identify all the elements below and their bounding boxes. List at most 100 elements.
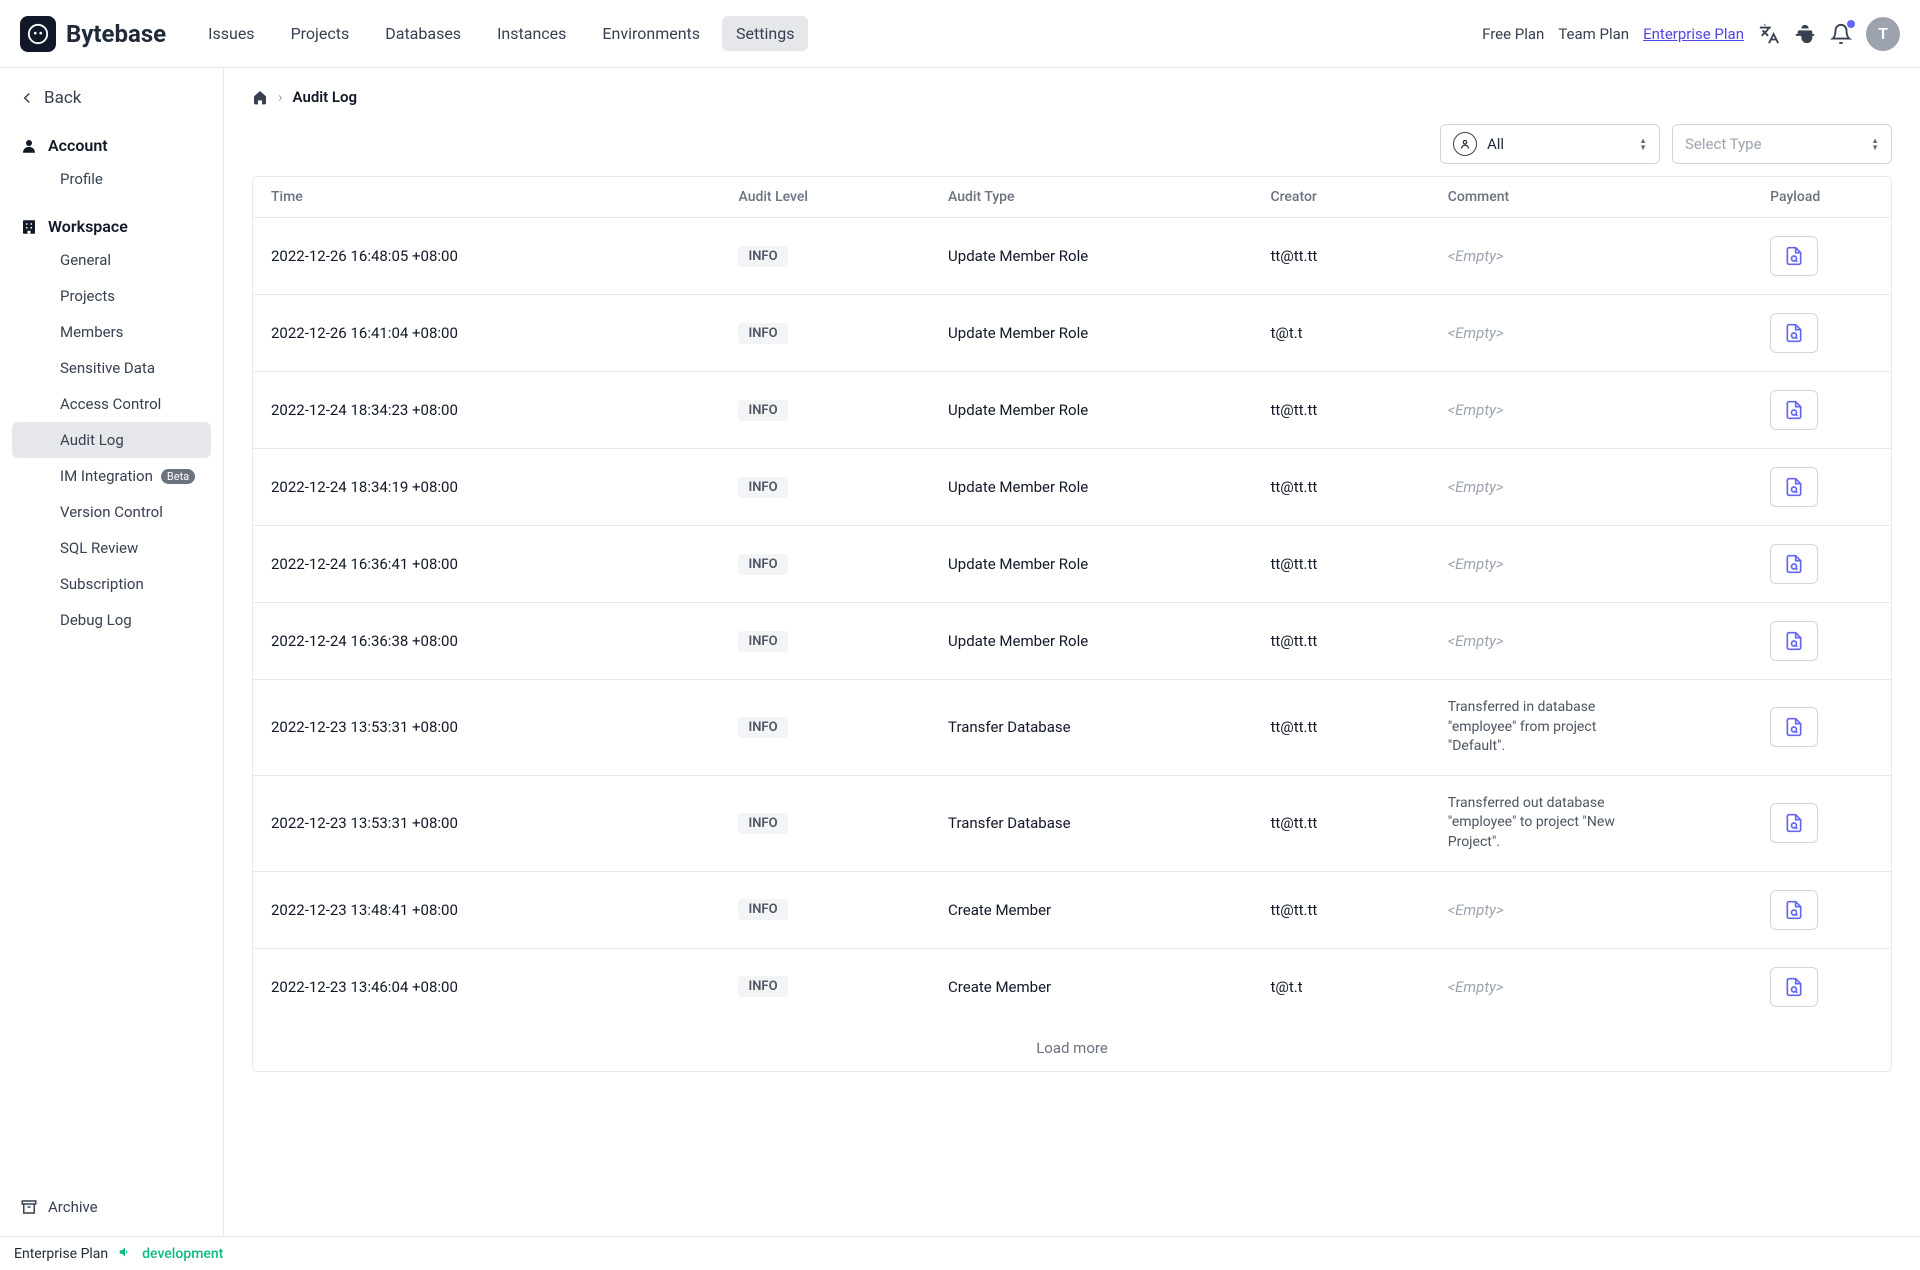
cell-time: 2022-12-26 16:41:04 +08:00 <box>253 295 720 372</box>
view-payload-button[interactable] <box>1770 544 1818 584</box>
cell-comment: <Empty> <box>1430 948 1752 1025</box>
brand-name: Bytebase <box>66 20 166 48</box>
audit-log-table: TimeAudit LevelAudit TypeCreatorCommentP… <box>252 176 1892 1072</box>
cell-comment: <Empty> <box>1430 871 1752 948</box>
notification-dot-icon <box>1847 20 1855 28</box>
cell-type: Transfer Database <box>930 680 1252 776</box>
nav-item-projects[interactable]: Projects <box>277 16 364 51</box>
cell-comment: Transferred out database "employee" to p… <box>1430 775 1752 871</box>
level-badge: INFO <box>738 246 787 267</box>
level-badge: INFO <box>738 976 787 997</box>
column-header-audit-type: Audit Type <box>930 177 1252 218</box>
language-icon[interactable] <box>1758 23 1780 45</box>
view-payload-button[interactable] <box>1770 467 1818 507</box>
enterprise-plan-link[interactable]: Enterprise Plan <box>1643 25 1744 43</box>
load-more-button[interactable]: Load more <box>253 1025 1891 1071</box>
cell-type: Update Member Role <box>930 218 1252 295</box>
table-row: 2022-12-24 16:36:38 +08:00INFOUpdate Mem… <box>253 603 1891 680</box>
view-payload-button[interactable] <box>1770 313 1818 353</box>
level-badge: INFO <box>738 323 787 344</box>
level-badge: INFO <box>738 813 787 834</box>
sidebar-section-account: Account <box>12 130 211 161</box>
view-payload-button[interactable] <box>1770 890 1818 930</box>
sidebar-item-general[interactable]: General <box>12 242 211 278</box>
cell-type: Create Member <box>930 871 1252 948</box>
footer: Enterprise Plan development <box>0 1236 1920 1270</box>
view-payload-button[interactable] <box>1770 621 1818 661</box>
column-header-payload: Payload <box>1752 177 1891 218</box>
cell-type: Create Member <box>930 948 1252 1025</box>
sidebar-item-subscription[interactable]: Subscription <box>12 566 211 602</box>
cell-creator: tt@tt.tt <box>1252 603 1429 680</box>
sidebar-item-projects[interactable]: Projects <box>12 278 211 314</box>
main-content: › Audit Log All ▲▼ Select Type ▲▼ <box>224 68 1920 1236</box>
avatar[interactable]: T <box>1866 17 1900 51</box>
team-plan-link[interactable]: Team Plan <box>1558 25 1629 43</box>
cell-comment: <Empty> <box>1430 449 1752 526</box>
view-payload-button[interactable] <box>1770 236 1818 276</box>
sidebar-item-im-integration[interactable]: IM IntegrationBeta <box>12 458 211 494</box>
level-badge: INFO <box>738 477 787 498</box>
user-icon <box>20 137 38 155</box>
back-button[interactable]: Back <box>12 80 211 116</box>
chevron-left-icon <box>18 89 36 107</box>
cell-creator: tt@tt.tt <box>1252 526 1429 603</box>
column-header-time: Time <box>253 177 720 218</box>
table-row: 2022-12-26 16:48:05 +08:00 INFO Update Mem… <box>253 218 1891 295</box>
nav-item-instances[interactable]: Instances <box>483 16 580 51</box>
sort-icon: ▲▼ <box>1871 137 1879 151</box>
sidebar-item-sql-review[interactable]: SQL Review <box>12 530 211 566</box>
cell-time: 2022-12-26 16:48:05 +08:00 <box>253 218 720 295</box>
creator-filter[interactable]: All ▲▼ <box>1440 124 1660 164</box>
cell-comment: <Empty> <box>1430 603 1752 680</box>
header: Bytebase Issues ProjectsDatabasesInstance… <box>0 0 1920 68</box>
cell-comment: <Empty> <box>1430 218 1752 295</box>
cell-time: 2022-12-24 18:34:19 +08:00 <box>253 449 720 526</box>
free-plan-link[interactable]: Free Plan <box>1482 25 1544 43</box>
sidebar-item-members[interactable]: Members <box>12 314 211 350</box>
nav-item-settings[interactable]: Settings <box>722 16 808 51</box>
cell-type: Transfer Database <box>930 775 1252 871</box>
table-row: 2022-12-26 16:41:04 +08:00INFOUpdate Mem… <box>253 295 1891 372</box>
sidebar-item-access-control[interactable]: Access Control <box>12 386 211 422</box>
nav-item-databases[interactable]: Databases <box>371 16 475 51</box>
view-payload-button[interactable] <box>1770 967 1818 1007</box>
logo[interactable]: Bytebase <box>20 16 166 52</box>
cell-creator: tt@tt.tt <box>1252 775 1429 871</box>
sidebar-item-debug-log[interactable]: Debug Log <box>12 602 211 638</box>
sidebar: Back Account Profile Workspace GeneralPr… <box>0 68 224 1236</box>
cell-type: Update Member Role <box>930 449 1252 526</box>
level-badge: INFO <box>738 400 787 421</box>
cell-comment: <Empty> <box>1430 295 1752 372</box>
table-row: 2022-12-24 18:34:19 +08:00 INFO Update Mem… <box>253 449 1891 526</box>
column-header-comment: Comment <box>1430 177 1752 218</box>
sidebar-item-sensitive-data[interactable]: Sensitive Data <box>12 350 211 386</box>
nav-item-environments[interactable]: Environments <box>588 16 714 51</box>
view-payload-button[interactable] <box>1770 707 1818 747</box>
bug-icon[interactable] <box>1794 23 1816 45</box>
sidebar-item-audit-log[interactable]: Audit Log <box>12 422 211 458</box>
bell-icon[interactable] <box>1830 23 1852 45</box>
table-row: 2022-12-23 13:53:31 +08:00INFOTransfer D… <box>253 680 1891 776</box>
cell-time: 2022-12-23 13:53:31 +08:00 <box>253 680 720 776</box>
footer-env: development <box>142 1246 223 1262</box>
breadcrumb: › Audit Log <box>252 88 1892 106</box>
main-nav: Issues ProjectsDatabasesInstancesEnvironm… <box>194 16 808 51</box>
header-right: Free Plan Team Plan Enterprise Plan T <box>1482 17 1900 51</box>
column-header-audit-level: Audit Level <box>720 177 930 218</box>
sidebar-item-version-control[interactable]: Version Control <box>12 494 211 530</box>
view-payload-button[interactable] <box>1770 390 1818 430</box>
cell-time: 2022-12-24 18:34:23 +08:00 <box>253 372 720 449</box>
cell-type: Update Member Role <box>930 526 1252 603</box>
view-payload-button[interactable] <box>1770 803 1818 843</box>
sidebar-item-profile[interactable]: Profile <box>12 161 211 197</box>
level-badge: INFO <box>738 554 787 575</box>
cell-comment: <Empty> <box>1430 372 1752 449</box>
nav-item-issues[interactable]: Issues <box>194 16 268 51</box>
table-row: 2022-12-24 18:34:23 +08:00INFOUpdate Mem… <box>253 372 1891 449</box>
chevron-right-icon: › <box>278 88 283 106</box>
home-icon[interactable] <box>252 89 268 105</box>
sidebar-item-archive[interactable]: Archive <box>12 1190 211 1224</box>
cell-time: 2022-12-23 13:46:04 +08:00 <box>253 948 720 1025</box>
type-filter[interactable]: Select Type ▲▼ <box>1672 124 1892 164</box>
